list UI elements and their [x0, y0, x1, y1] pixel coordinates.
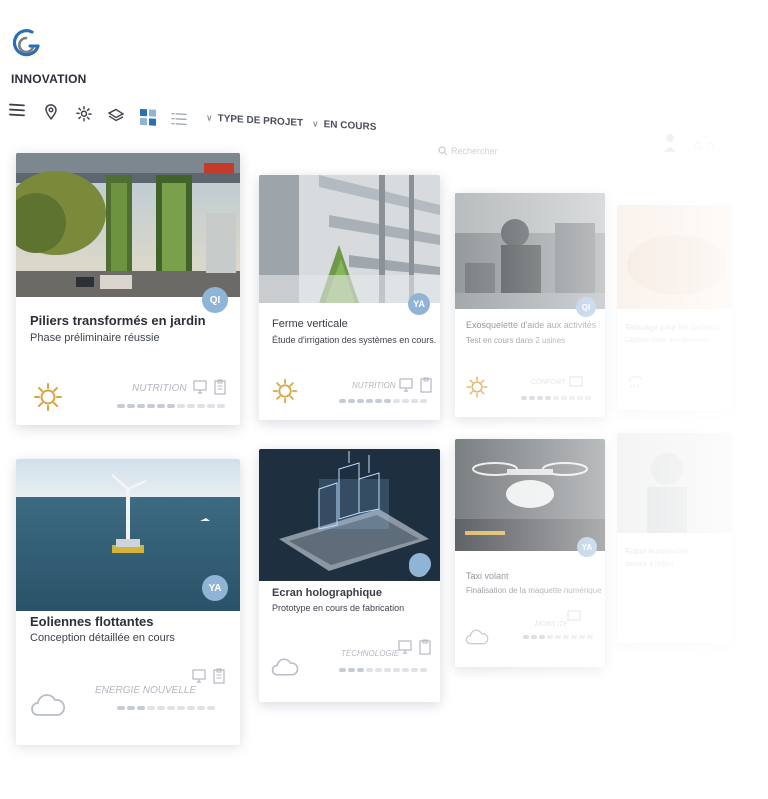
project-photo-tattoo [617, 205, 732, 309]
clipboard-icon[interactable] [419, 377, 433, 393]
card-category: NUTRITION [352, 381, 396, 390]
cloud-icon [271, 658, 299, 676]
chevron-down-icon: ∨ [312, 118, 319, 129]
gear-icon[interactable] [73, 102, 95, 125]
card-title: Exosquelette d'aide aux activités [466, 320, 597, 330]
owner-badge: YA [408, 293, 430, 315]
grid-view-icon[interactable] [137, 106, 159, 129]
card-title: Ecran holographique [272, 587, 383, 599]
owner-badge [409, 553, 431, 575]
user-area[interactable] [660, 130, 720, 160]
project-card[interactable]: QI Exosquelette d'aide aux activités Tes… [455, 193, 605, 417]
monitor-icon[interactable] [569, 375, 583, 391]
monitor-icon[interactable] [193, 379, 207, 395]
project-photo-pillar-garden [16, 153, 240, 297]
project-card[interactable]: YA Ferme verticale Étude d'irrigation de… [259, 175, 440, 420]
cloud-icon [31, 694, 66, 716]
sun-icon [272, 378, 298, 404]
layers-icon[interactable] [105, 104, 127, 127]
card-title: Robot humanoïde [625, 547, 689, 556]
card-subtitle: Test en cours dans 2 usines [466, 336, 566, 345]
filter-status[interactable]: ∨ EN COURS [312, 118, 376, 133]
monitor-icon[interactable] [398, 639, 412, 655]
card-category: ENERGIE NOUVELLE [95, 685, 197, 696]
progress-indicator [523, 635, 593, 639]
project-photo-vertical-farm [259, 175, 440, 303]
card-title: Ferme verticale [272, 318, 348, 330]
card-actions [193, 379, 227, 395]
progress-indicator [339, 399, 427, 403]
sun-icon [466, 376, 488, 398]
card-title: Eoliennes flottantes [30, 614, 154, 629]
project-photo-flying-taxi [455, 439, 605, 551]
rain-icon [629, 375, 643, 389]
card-category: MOBILITE [535, 621, 568, 628]
g-swirl-logo-icon [12, 29, 40, 57]
search-placeholder: Rechercher [451, 146, 498, 156]
owner-badge: QI [202, 287, 228, 313]
filter-project-type[interactable]: ∨ TYPE DE PROJET [206, 113, 303, 129]
card-actions [569, 375, 583, 391]
card-category: NUTRITION [132, 383, 187, 394]
project-photo-humanoid-robot [617, 433, 732, 533]
card-subtitle: service à l'hôtel [625, 561, 674, 568]
card-subtitle: Phase préliminaire réussie [30, 332, 160, 344]
card-title: Tatouage pour les patients [625, 323, 719, 332]
filter-label: TYPE DE PROJET [217, 113, 304, 129]
brand: INNOVATION [10, 26, 100, 90]
project-photo-exoskeleton [455, 193, 605, 309]
progress-indicator [339, 668, 427, 672]
cloud-icon [465, 629, 489, 645]
project-card[interactable]: YA Eoliennes flottantes Conception détai… [16, 459, 240, 745]
card-subtitle: Conception détaillée en cours [30, 632, 175, 644]
owner-badge: QI [576, 297, 596, 317]
project-card[interactable]: Ecran holographique Prototype en cours d… [259, 449, 440, 702]
owner-badge: YA [202, 575, 228, 601]
chevron-down-icon: ∨ [206, 112, 213, 123]
clipboard-icon[interactable] [213, 379, 227, 395]
card-actions [567, 609, 581, 625]
card-actions [398, 639, 432, 655]
toolbar: ∨ TYPE DE PROJET ∨ EN COURS [0, 92, 420, 155]
brand-name: INNOVATION [11, 72, 87, 86]
progress-indicator [117, 404, 225, 408]
filter-label: EN COURS [323, 119, 377, 134]
card-subtitle: Étude d'irrigation des systèmes en cours… [272, 335, 437, 345]
card-title: Piliers transformés en jardin [30, 313, 206, 328]
card-actions [192, 668, 226, 684]
progress-indicator [117, 706, 215, 710]
map-pin-icon[interactable] [40, 100, 62, 123]
list-view-icon[interactable] [168, 107, 190, 130]
search-icon [438, 146, 448, 156]
monitor-icon[interactable] [567, 609, 581, 625]
project-card[interactable]: QI Piliers transformés en jardin Phase p… [16, 153, 240, 425]
monitor-icon[interactable] [192, 668, 206, 684]
clipboard-icon[interactable] [418, 639, 432, 655]
card-category: TECHNOLOGIE [341, 649, 400, 658]
card-category: CONFORT [531, 379, 566, 386]
card-subtitle: Capture fixée des données [625, 337, 709, 344]
clipboard-icon[interactable] [212, 668, 226, 684]
owner-badge: YA [577, 537, 597, 557]
project-card[interactable]: Tatouage pour les patients Capture fixée… [617, 205, 732, 410]
card-subtitle: Finalisation de la maquette numérique [466, 586, 602, 595]
project-card[interactable]: Robot humanoïde service à l'hôtel [617, 433, 732, 643]
card-title: Taxi volant [466, 571, 509, 581]
card-actions [399, 377, 433, 393]
progress-indicator [521, 396, 591, 400]
card-subtitle: Prototype en cours de fabrication [272, 603, 405, 613]
menu-icon[interactable] [6, 98, 28, 121]
monitor-icon[interactable] [399, 377, 413, 393]
sun-icon [34, 383, 62, 411]
user-icon [664, 134, 714, 152]
project-card[interactable]: YA Taxi volant Finalisation de la maquet… [455, 439, 605, 667]
search-input[interactable]: Rechercher [438, 146, 498, 156]
